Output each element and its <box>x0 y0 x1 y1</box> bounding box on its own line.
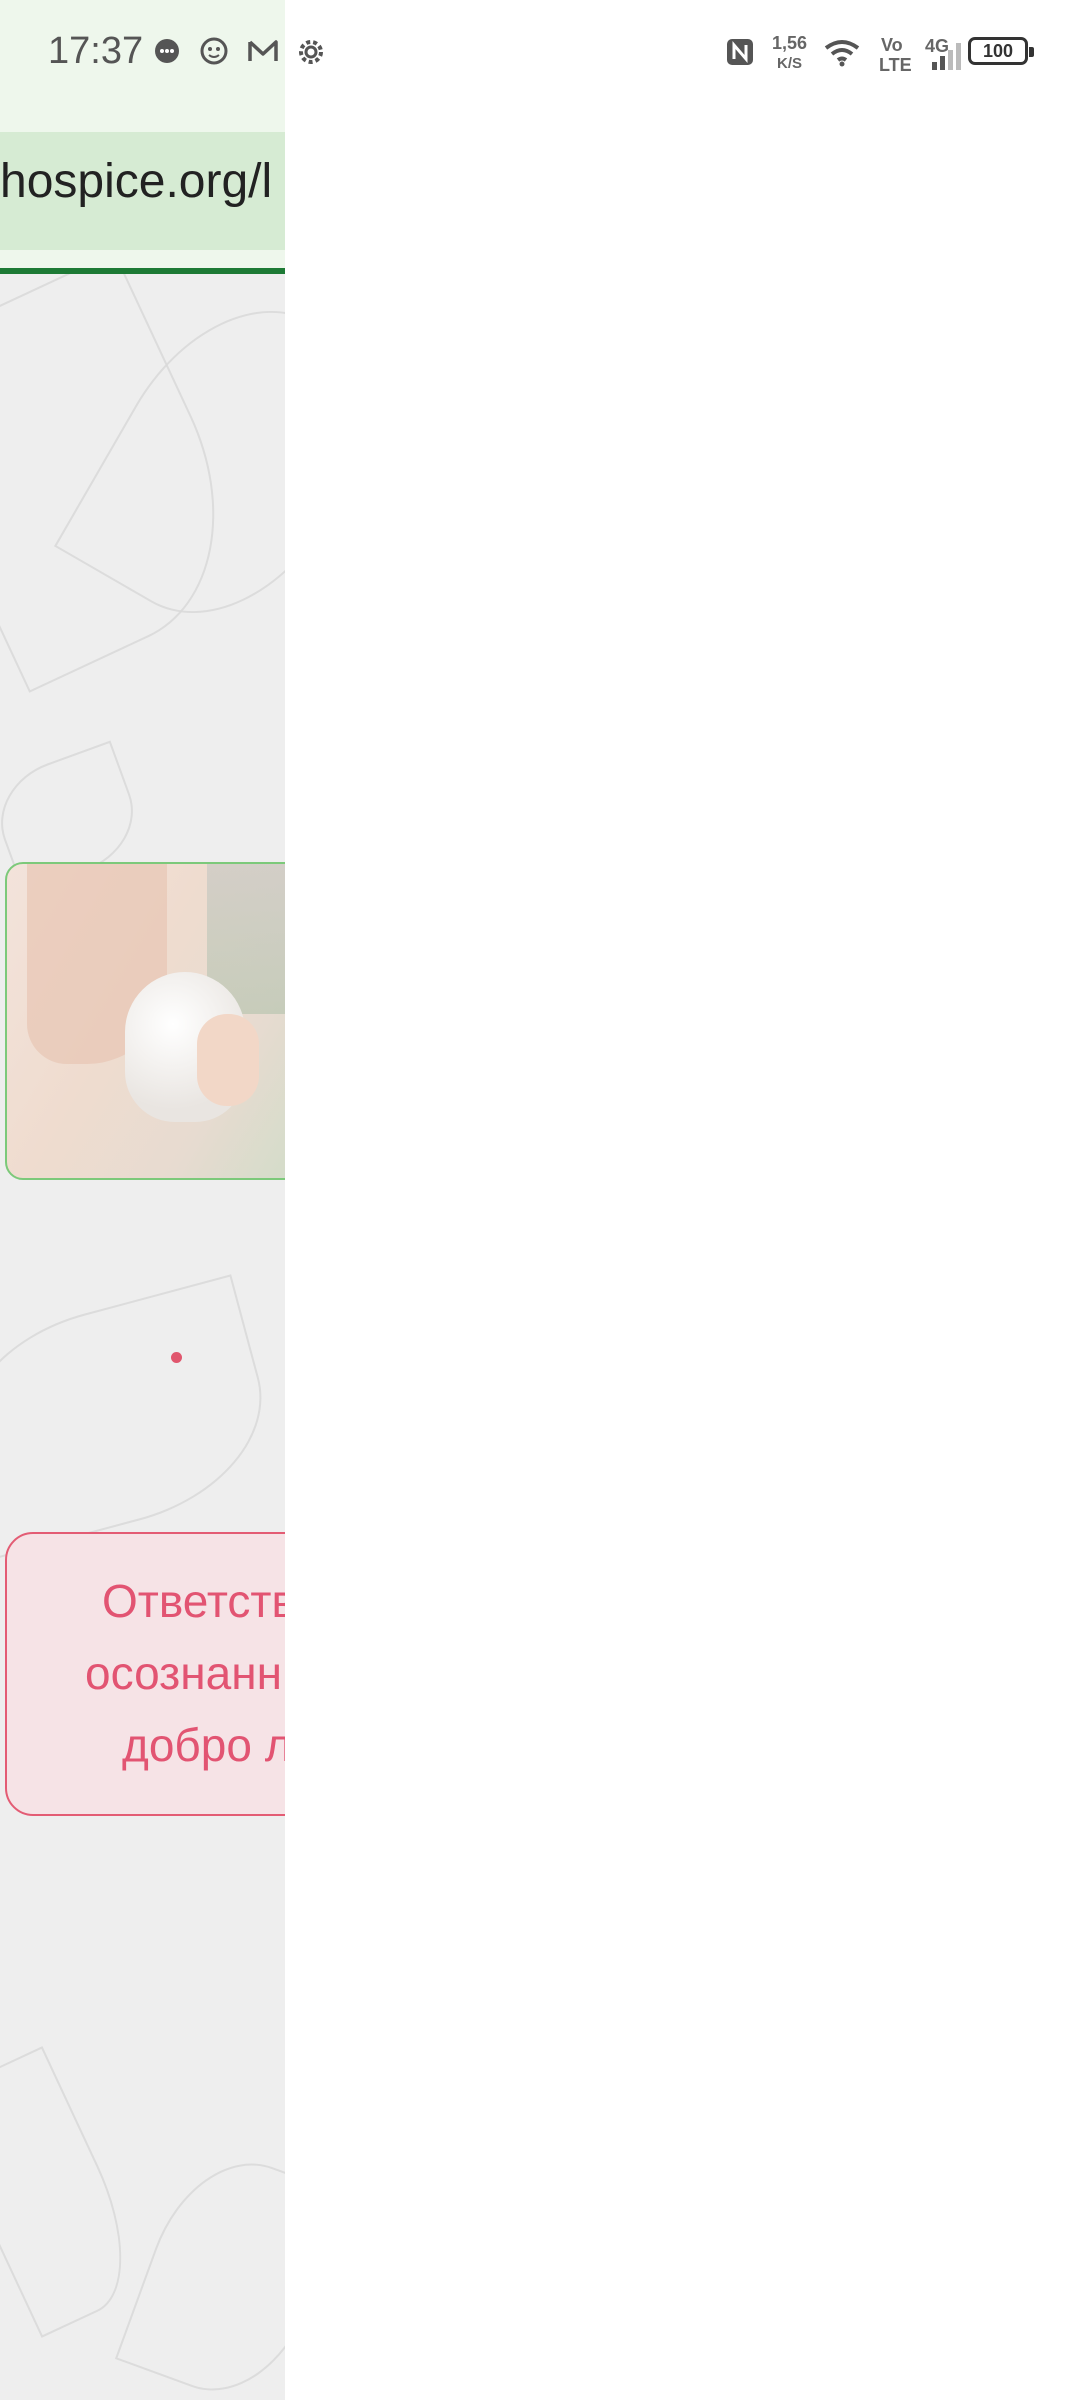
quote-line: добро л <box>122 1719 285 1771</box>
web-page-preview: hospice.org/l Ответств осознанн добро л <box>0 0 285 2400</box>
gmail-icon <box>246 36 280 72</box>
signal-icon <box>928 40 964 78</box>
face-icon <box>199 36 229 72</box>
background-leaf-illustration <box>0 1274 285 1560</box>
volte-label-top: Vo <box>881 35 903 55</box>
background-leaf-illustration <box>0 2046 154 2338</box>
status-time: 17:37 <box>48 30 144 72</box>
status-bar: 17:37 1,56 K/S Vo LTE 4G 100 <box>0 0 1080 108</box>
hero-photo-card <box>5 862 285 1180</box>
quote-card: Ответств осознанн добро л <box>5 1532 285 1816</box>
background-leaf-illustration <box>114 2139 285 2400</box>
url-bar[interactable]: hospice.org/l <box>0 132 285 250</box>
quote-line: Ответств <box>102 1575 285 1627</box>
network-speed-unit: K/S <box>777 55 803 72</box>
volte-label-bottom: LTE <box>879 55 912 75</box>
nfc-icon <box>724 36 756 74</box>
chat-bubble-icon <box>152 36 182 72</box>
page-loading-progress-bar <box>0 268 285 274</box>
hero-elderly-woman-face <box>197 1014 259 1106</box>
wifi-icon <box>823 38 861 74</box>
url-text[interactable]: hospice.org/l <box>0 154 272 209</box>
carousel-indicator-dot[interactable] <box>171 1352 182 1363</box>
quote-line: осознанн <box>85 1647 283 1699</box>
network-speed-value: 1,56 <box>772 33 808 53</box>
battery-icon: 100 <box>968 37 1034 65</box>
settings-icon <box>295 36 327 74</box>
